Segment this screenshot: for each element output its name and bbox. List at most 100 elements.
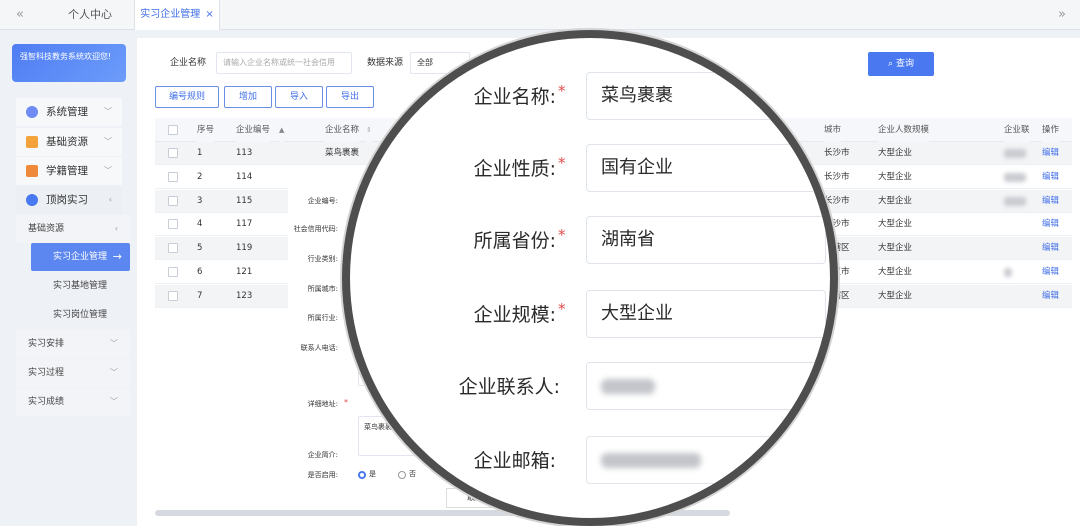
sidebar-item-base-mgmt[interactable]: 实习基地管理 [31, 272, 130, 300]
cell-scale: 大型企业 [878, 148, 913, 158]
lens-field-label: 企业联系人: [458, 376, 560, 398]
sidebar-item-internship[interactable]: 顶岗实习 ‹ [16, 186, 122, 214]
edit-link[interactable]: 编辑 [1042, 213, 1059, 236]
sidebar-item-basic-resource[interactable]: 基础资源 ﹀ [16, 128, 122, 156]
sidebar-item-student-status[interactable]: 学籍管理 ﹀ [16, 157, 122, 185]
select-all-checkbox[interactable] [168, 125, 178, 135]
edit-link[interactable]: 编辑 [1042, 142, 1059, 165]
required-mark: * [344, 398, 348, 407]
sidebar-item-label: 实习岗位管理 [53, 310, 108, 320]
row-checkbox[interactable] [168, 148, 178, 158]
chevron-down-icon: ﹀ [110, 397, 118, 406]
sidebar-sub-score[interactable]: 实习成绩 ﹀ [16, 388, 130, 416]
lens-field-input[interactable]: 国有企业 [586, 144, 826, 192]
import-button[interactable]: 导入 [275, 86, 323, 108]
chevron-down-icon: ﹀ [110, 339, 118, 348]
sidebar-sub-arrangement[interactable]: 实习安排 ﹀ [16, 330, 130, 358]
lens-field-input[interactable]: 大型企业 [586, 290, 826, 338]
sidebar-item-label: 实习企业管理 [53, 252, 108, 262]
company-search-input[interactable]: 请输入企业名称或统一社会信用 [216, 52, 352, 74]
edit-link[interactable]: 编辑 [1042, 237, 1059, 260]
blurred-contact [1004, 197, 1026, 206]
enable-yes-radio[interactable] [358, 471, 366, 479]
edit-link[interactable]: 编辑 [1042, 285, 1059, 308]
close-icon[interactable]: × [205, 9, 213, 20]
cell-index: 5 [197, 243, 203, 253]
row-checkbox[interactable] [168, 172, 178, 182]
blurred-contact [1004, 173, 1026, 182]
data-source-label: 数据来源 [367, 58, 404, 68]
chevron-down-icon: ﹀ [104, 137, 112, 146]
resource-icon [26, 136, 38, 148]
field-label: 社会信用代码: [293, 225, 338, 233]
lens-field-label: 所属省份: [473, 230, 556, 252]
sort-icon[interactable]: ▲ [279, 118, 285, 142]
cell-index: 2 [197, 172, 203, 182]
row-checkbox[interactable] [168, 219, 178, 229]
query-button[interactable]: ⌕ 查询 [868, 52, 934, 76]
cell-index: 7 [197, 291, 203, 301]
lens-field-label: 企业名称: [473, 86, 556, 108]
lens-field-input[interactable]: 湖南省 [586, 216, 826, 264]
row-checkbox[interactable] [168, 196, 178, 206]
cell-city: 长沙市 [824, 148, 850, 158]
lens-field-value: 大型企业 [601, 303, 673, 324]
col-code[interactable]: 企业编号 [236, 118, 271, 142]
row-checkbox[interactable] [168, 267, 178, 277]
number-rule-button[interactable]: 编号规则 [155, 86, 219, 108]
lens-field-label: 企业规模: [473, 304, 556, 326]
blurred-contact [1004, 268, 1012, 277]
cell-code: 119 [236, 243, 253, 253]
lens-field-value: 湖南省 [601, 229, 655, 250]
collapse-right-icon[interactable]: » [1058, 0, 1066, 30]
required-mark: * [558, 226, 566, 244]
col-action: 操作 [1042, 118, 1060, 142]
student-icon [26, 165, 38, 177]
cell-code: 117 [236, 219, 253, 229]
row-checkbox[interactable] [168, 243, 178, 253]
sidebar-item-label: 实习基地管理 [53, 281, 108, 291]
chevron-down-icon: ﹀ [104, 166, 112, 175]
lens-field-input[interactable]: 菜鸟裹裹 [586, 72, 826, 120]
add-button[interactable]: 增加 [224, 86, 272, 108]
required-mark: * [558, 154, 566, 172]
magnifier-lens: 企业名称: * 菜鸟裹裹 企业性质: * 国有企业 所属省份: * 湖南省 企业规模: * 大型企业企… [342, 30, 838, 526]
export-button[interactable]: 导出 [326, 86, 374, 108]
lens-field-input[interactable] [586, 362, 826, 410]
tab-label: 实习企业管理 [140, 9, 201, 20]
cell-index: 3 [197, 196, 203, 206]
blurred-value [601, 453, 701, 468]
collapse-left-icon[interactable]: « [16, 0, 24, 30]
col-scale[interactable]: 企业人数规模 [878, 118, 930, 142]
edit-link[interactable]: 编辑 [1042, 190, 1059, 213]
required-mark: * [558, 82, 566, 100]
cell-name: 菜鸟裹裹 [325, 148, 360, 158]
row-checkbox[interactable] [168, 291, 178, 301]
tab-personal-center[interactable]: 个人中心 [48, 0, 132, 30]
col-name[interactable]: 企业名称 [325, 118, 360, 142]
blurred-value [601, 379, 655, 394]
field-label: 详细地址: [307, 400, 338, 408]
sort-icon[interactable]: ⇕ [366, 118, 372, 142]
col-city[interactable]: 城市 [824, 118, 842, 142]
user-icon [26, 194, 38, 206]
sidebar-item-label: 基础资源 [46, 136, 88, 148]
tab-internship-company[interactable]: 实习企业管理 × [134, 0, 220, 30]
field-label: 所属行业: [307, 314, 338, 322]
edit-link[interactable]: 编辑 [1042, 261, 1059, 284]
lens-field-input[interactable] [586, 436, 826, 484]
sidebar-item-position-mgmt[interactable]: 实习岗位管理 [31, 301, 130, 329]
sidebar-item-label: 系统管理 [46, 106, 88, 118]
sidebar-sub-basic-resource[interactable]: 基础资源 ‹ [16, 215, 130, 243]
sidebar-item-system[interactable]: 系统管理 ﹀ [16, 98, 122, 126]
col-contact: 企业联 [1004, 118, 1030, 142]
field-label: 企业简介: [307, 451, 338, 459]
arrow-right-icon: → [112, 250, 122, 263]
lens-field-label: 企业邮箱: [473, 450, 556, 472]
cell-code: 114 [236, 172, 253, 182]
sidebar-sub-process[interactable]: 实习过程 ﹀ [16, 359, 130, 387]
top-tab-bar: « 个人中心 实习企业管理 × » [0, 0, 1080, 30]
enable-no-radio[interactable] [398, 471, 406, 479]
edit-link[interactable]: 编辑 [1042, 166, 1059, 189]
sidebar-item-company-mgmt[interactable]: 实习企业管理 → [31, 243, 130, 271]
